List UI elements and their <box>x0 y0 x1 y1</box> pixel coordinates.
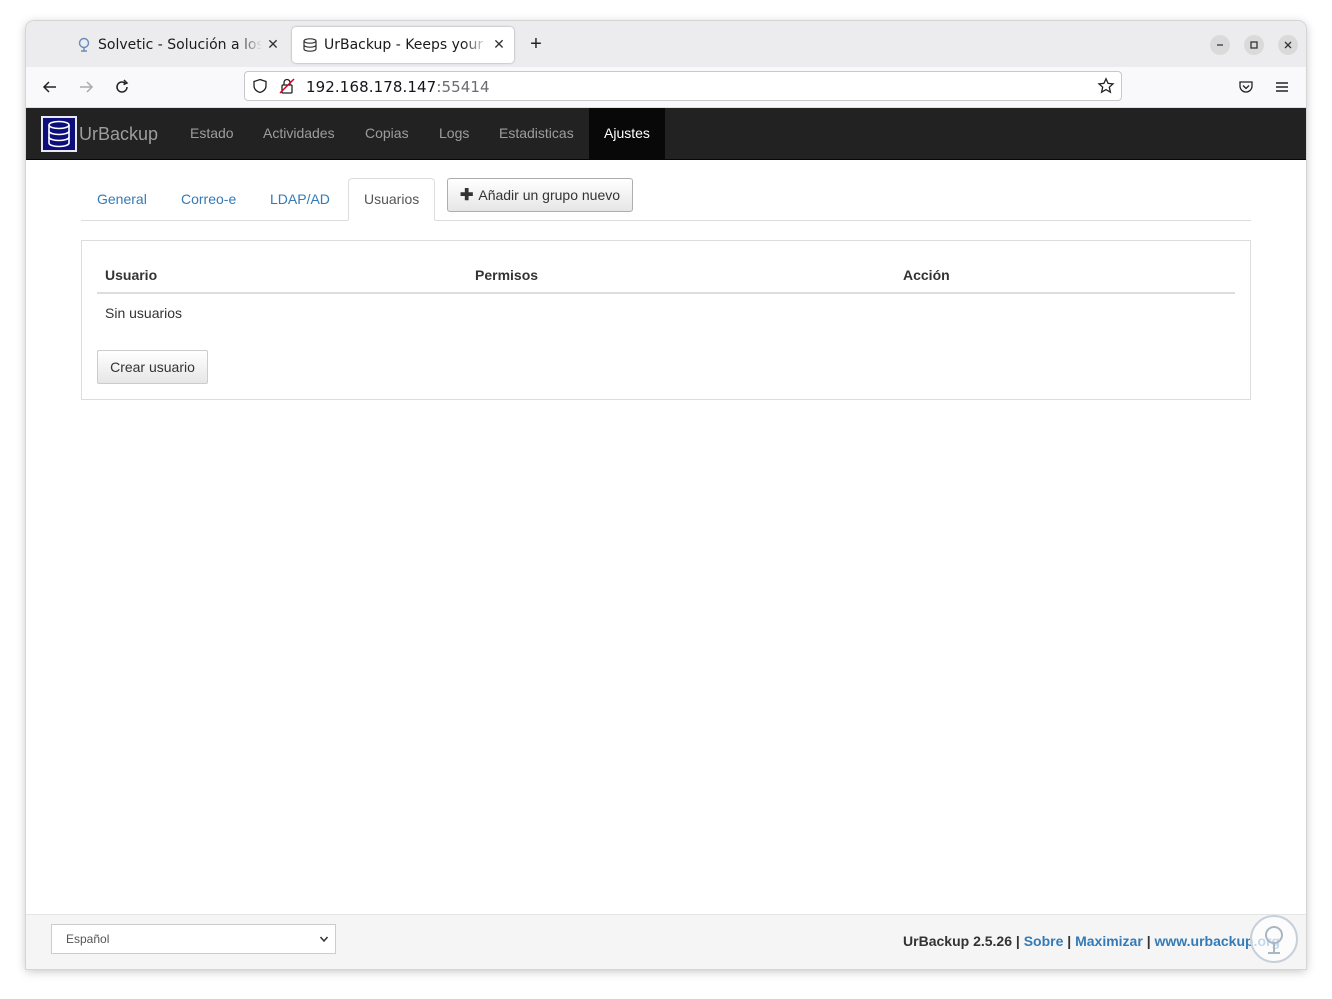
separator: | <box>1067 933 1072 949</box>
database-logo-icon <box>48 120 70 148</box>
reload-icon <box>116 79 129 93</box>
column-header-accion: Acción <box>903 267 950 283</box>
minimize-icon <box>1217 44 1223 46</box>
arrow-left-icon <box>42 81 56 93</box>
close-icon[interactable]: ✕ <box>488 37 510 53</box>
pocket-button[interactable] <box>1234 75 1258 99</box>
nav-logs[interactable]: Logs <box>424 108 484 159</box>
tab-correo[interactable]: Correo-e <box>166 178 251 220</box>
version-text: UrBackup 2.5.26 <box>903 933 1012 949</box>
maximize-icon <box>1250 41 1258 49</box>
watermark-logo <box>1250 915 1298 963</box>
tab-general[interactable]: General <box>82 178 162 220</box>
app-navbar: UrBackup Estado Actividades Copias Logs … <box>26 108 1306 160</box>
maximize-link[interactable]: Maximizar <box>1075 933 1143 949</box>
arrow-right-icon <box>80 81 94 93</box>
back-button[interactable] <box>38 75 62 99</box>
chevron-down-icon <box>319 936 329 943</box>
urbackup-logo <box>41 116 77 152</box>
table-header-divider <box>97 292 1235 294</box>
language-select[interactable]: Español <box>51 924 336 954</box>
separator: | <box>1015 933 1020 949</box>
brand-name: UrBackup <box>79 123 159 144</box>
pocket-icon <box>1239 81 1253 93</box>
settings-tabs: General Correo-e LDAP/AD Usuarios <box>81 178 1251 221</box>
watermark-icon <box>1265 926 1283 954</box>
new-tab-button[interactable]: + <box>524 33 548 57</box>
nav-copias[interactable]: Copias <box>350 108 424 159</box>
solvetic-favicon-icon <box>78 37 90 52</box>
column-header-permisos: Permisos <box>475 267 539 283</box>
maximize-button[interactable] <box>1244 35 1264 55</box>
hamburger-menu-icon <box>1276 82 1288 92</box>
tab-ldap[interactable]: LDAP/AD <box>255 178 345 220</box>
separator: | <box>1146 933 1151 949</box>
browser-tab-strip: Solvetic - Solución a los pr ✕ UrBackup … <box>26 21 1306 67</box>
brand[interactable]: UrBackup <box>41 114 158 154</box>
nav-estadisticas[interactable]: Estadisticas <box>484 108 589 159</box>
plus-icon: ✚ <box>459 187 474 204</box>
close-icon <box>1284 41 1292 49</box>
browser-tab-title: Solvetic - Solución a los pr <box>98 37 262 53</box>
about-link[interactable]: Sobre <box>1024 933 1064 949</box>
nav-ajustes[interactable]: Ajustes <box>589 108 665 159</box>
forward-button[interactable] <box>74 75 98 99</box>
url-port: :55414 <box>436 78 490 96</box>
database-icon <box>303 38 317 52</box>
add-group-label: Añadir un grupo nuevo <box>478 187 621 203</box>
browser-tab-urbackup[interactable]: UrBackup - Keeps your da ✕ <box>292 27 514 63</box>
browser-tab-title: UrBackup - Keeps your da <box>324 37 488 53</box>
column-header-usuario: Usuario <box>105 267 158 283</box>
url-text[interactable]: 192.168.178.147:55414 <box>306 78 490 96</box>
star-icon[interactable] <box>1097 77 1115 95</box>
footer-info: UrBackup 2.5.26 | Sobre | Maximizar | ww… <box>903 933 1280 949</box>
url-host: 192.168.178.147 <box>306 78 437 96</box>
minimize-button[interactable] <box>1210 35 1230 55</box>
add-group-button[interactable]: ✚ Añadir un grupo nuevo <box>447 178 633 212</box>
close-icon[interactable]: ✕ <box>262 37 284 53</box>
browser-toolbar: 192.168.178.147:55414 <box>26 67 1306 108</box>
nav-actividades[interactable]: Actividades <box>248 108 350 159</box>
browser-tab-solvetic[interactable]: Solvetic - Solución a los pr ✕ <box>66 27 288 63</box>
close-window-button[interactable] <box>1278 35 1298 55</box>
empty-users-message: Sin usuarios <box>105 305 183 321</box>
shield-icon[interactable] <box>252 78 268 94</box>
insecure-lock-icon[interactable] <box>279 77 295 95</box>
footer: Español UrBackup 2.5.26 | Sobre | Maximi… <box>26 914 1306 969</box>
browser-window: Solvetic - Solución a los pr ✕ UrBackup … <box>26 21 1306 969</box>
menu-button[interactable] <box>1270 75 1294 99</box>
tab-usuarios[interactable]: Usuarios <box>348 178 436 221</box>
users-panel: Usuario Permisos Acción Sin usuarios Cre… <box>81 240 1251 400</box>
language-value: Español <box>66 932 110 946</box>
reload-button[interactable] <box>110 75 134 99</box>
create-user-button[interactable]: Crear usuario <box>97 350 208 384</box>
address-bar[interactable]: 192.168.178.147:55414 <box>244 71 1122 101</box>
nav-estado[interactable]: Estado <box>175 108 249 159</box>
